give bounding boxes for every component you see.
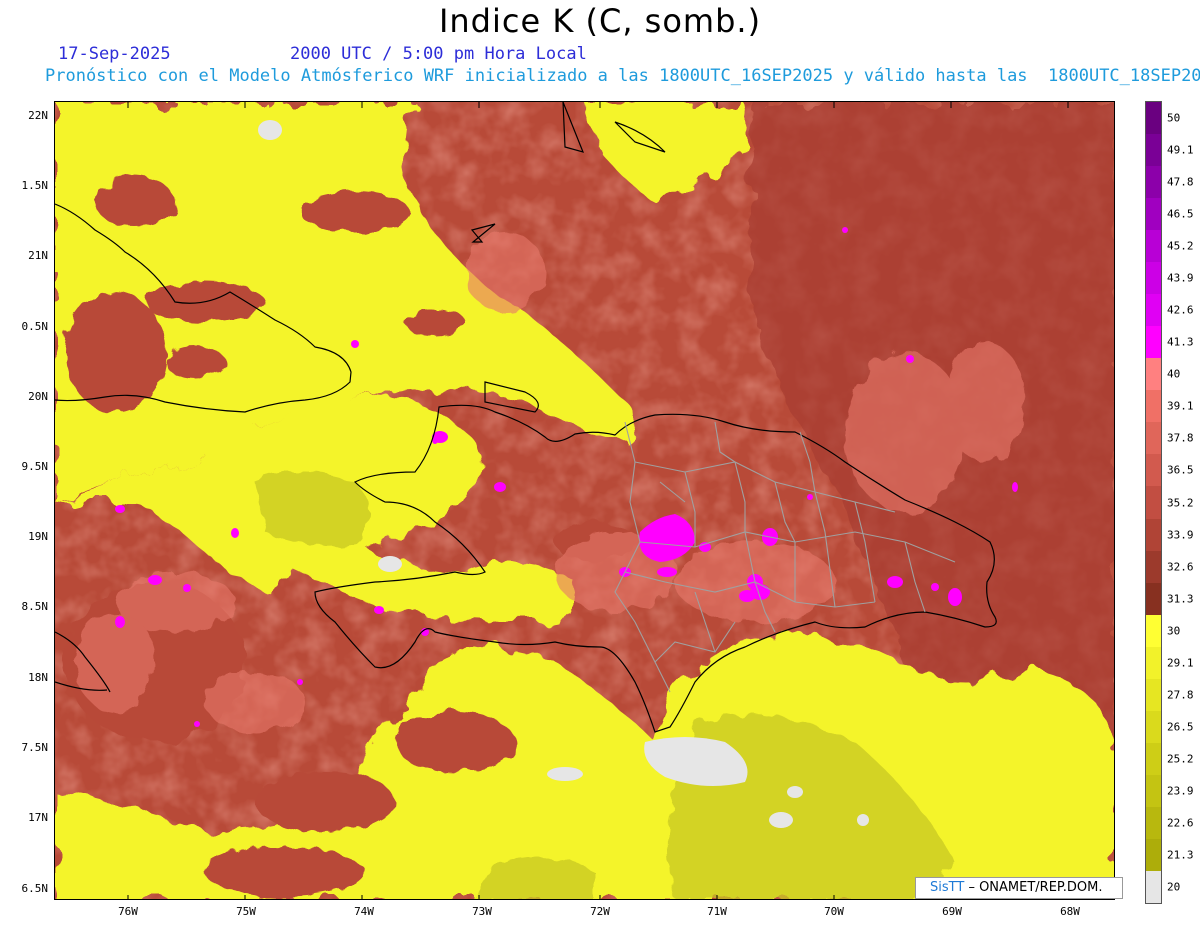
lon-label: 68W [1060,905,1080,918]
colorbar-label: 47.8 [1167,175,1194,189]
valid-time: 2000 UTC / 5:00 pm Hora Local [290,44,587,64]
colorbar [1145,101,1162,904]
colorbar-label: 23.9 [1167,784,1194,798]
lat-label: 1.5N [21,179,49,192]
colorbar-label: 42.6 [1167,303,1194,317]
lon-label: 72W [590,905,610,918]
colorbar-label: 26.5 [1167,720,1194,734]
colorbar-cell [1146,870,1161,904]
colorbar-cell [1146,134,1161,167]
colorbar-label: 27.8 [1167,688,1194,702]
colorbar-label: 36.5 [1167,463,1194,477]
colorbar-cell [1146,806,1161,840]
map-panel [54,101,1115,900]
lon-label: 76W [118,905,138,918]
colorbar-label: 49.1 [1167,143,1194,157]
lon-label: 69W [942,905,962,918]
colorbar-label: 33.9 [1167,528,1194,542]
credit-box: SisTT – ONAMET/REP.DOM. [915,877,1123,899]
lat-label: 19N [28,530,48,543]
lat-label: 21N [28,249,48,262]
colorbar-label: 41.3 [1167,335,1194,349]
colorbar-cell [1146,198,1161,231]
colorbar-cell [1146,166,1161,199]
forecast-date: 17-Sep-2025 [58,44,171,64]
sistt-logo: SisTT [930,880,965,895]
colorbar-cell [1146,262,1161,295]
colorbar-cell [1146,518,1161,552]
lat-label: 7.5N [21,741,49,754]
colorbar-cell [1146,614,1161,648]
colorbar-cell [1146,358,1161,391]
lat-label: 18N [28,671,48,684]
colorbar-cell [1146,550,1161,584]
colorbar-cell [1146,742,1161,776]
lat-label: 8.5N [21,600,49,613]
colorbar-label: 35.2 [1167,496,1194,509]
lon-label: 74W [354,905,374,918]
colorbar-label: 40 [1167,367,1181,381]
model-info-line: Pronóstico con el Modelo Atmósferico WRF… [45,66,1200,86]
colorbar-cell [1146,294,1161,327]
colorbar-cell [1146,774,1161,808]
colorbar-label: 43.9 [1167,271,1194,285]
colorbar-cell [1146,454,1161,487]
k-index-field [55,102,1114,899]
colorbar-cell [1146,582,1161,616]
credit-text: – ONAMET/REP.DOM. [968,880,1103,895]
lat-label: 9.5N [21,460,49,473]
lat-label: 0.5N [21,320,49,333]
lon-label: 71W [707,905,727,918]
colorbar-cell [1146,102,1161,135]
colorbar-cell [1146,486,1161,519]
lon-label: 70W [824,905,844,918]
lon-label: 73W [472,905,492,918]
colorbar-label: 39.1 [1167,399,1194,413]
lat-label: 22N [28,109,48,122]
colorbar-cell [1146,390,1161,423]
colorbar-cell [1146,326,1161,359]
colorbar-label: 30 [1167,624,1181,638]
colorbar-cell [1146,710,1161,744]
colorbar-label: 50 [1167,111,1181,125]
colorbar-label: 29.1 [1167,656,1194,670]
colorbar-label: 45.2 [1167,239,1194,253]
lat-label: 20N [28,390,48,403]
colorbar-label: 21.3 [1167,848,1194,862]
colorbar-cell [1146,422,1161,455]
lon-label: 75W [236,905,256,918]
colorbar-label: 31.3 [1167,592,1194,606]
colorbar-label: 32.6 [1167,560,1194,574]
map-title: Indice K (C, somb.) [438,2,762,40]
colorbar-cell [1146,646,1161,680]
lat-label: 6.5N [21,882,49,895]
colorbar-label: 25.2 [1167,752,1194,766]
colorbar-label: 22.6 [1167,816,1194,830]
colorbar-label: 46.5 [1167,207,1194,221]
colorbar-cell [1146,678,1161,712]
colorbar-cell [1146,838,1161,872]
colorbar-label: 20 [1167,880,1181,894]
colorbar-label: 37.8 [1167,431,1194,445]
lat-label: 17N [28,811,48,824]
colorbar-cell [1146,230,1161,263]
